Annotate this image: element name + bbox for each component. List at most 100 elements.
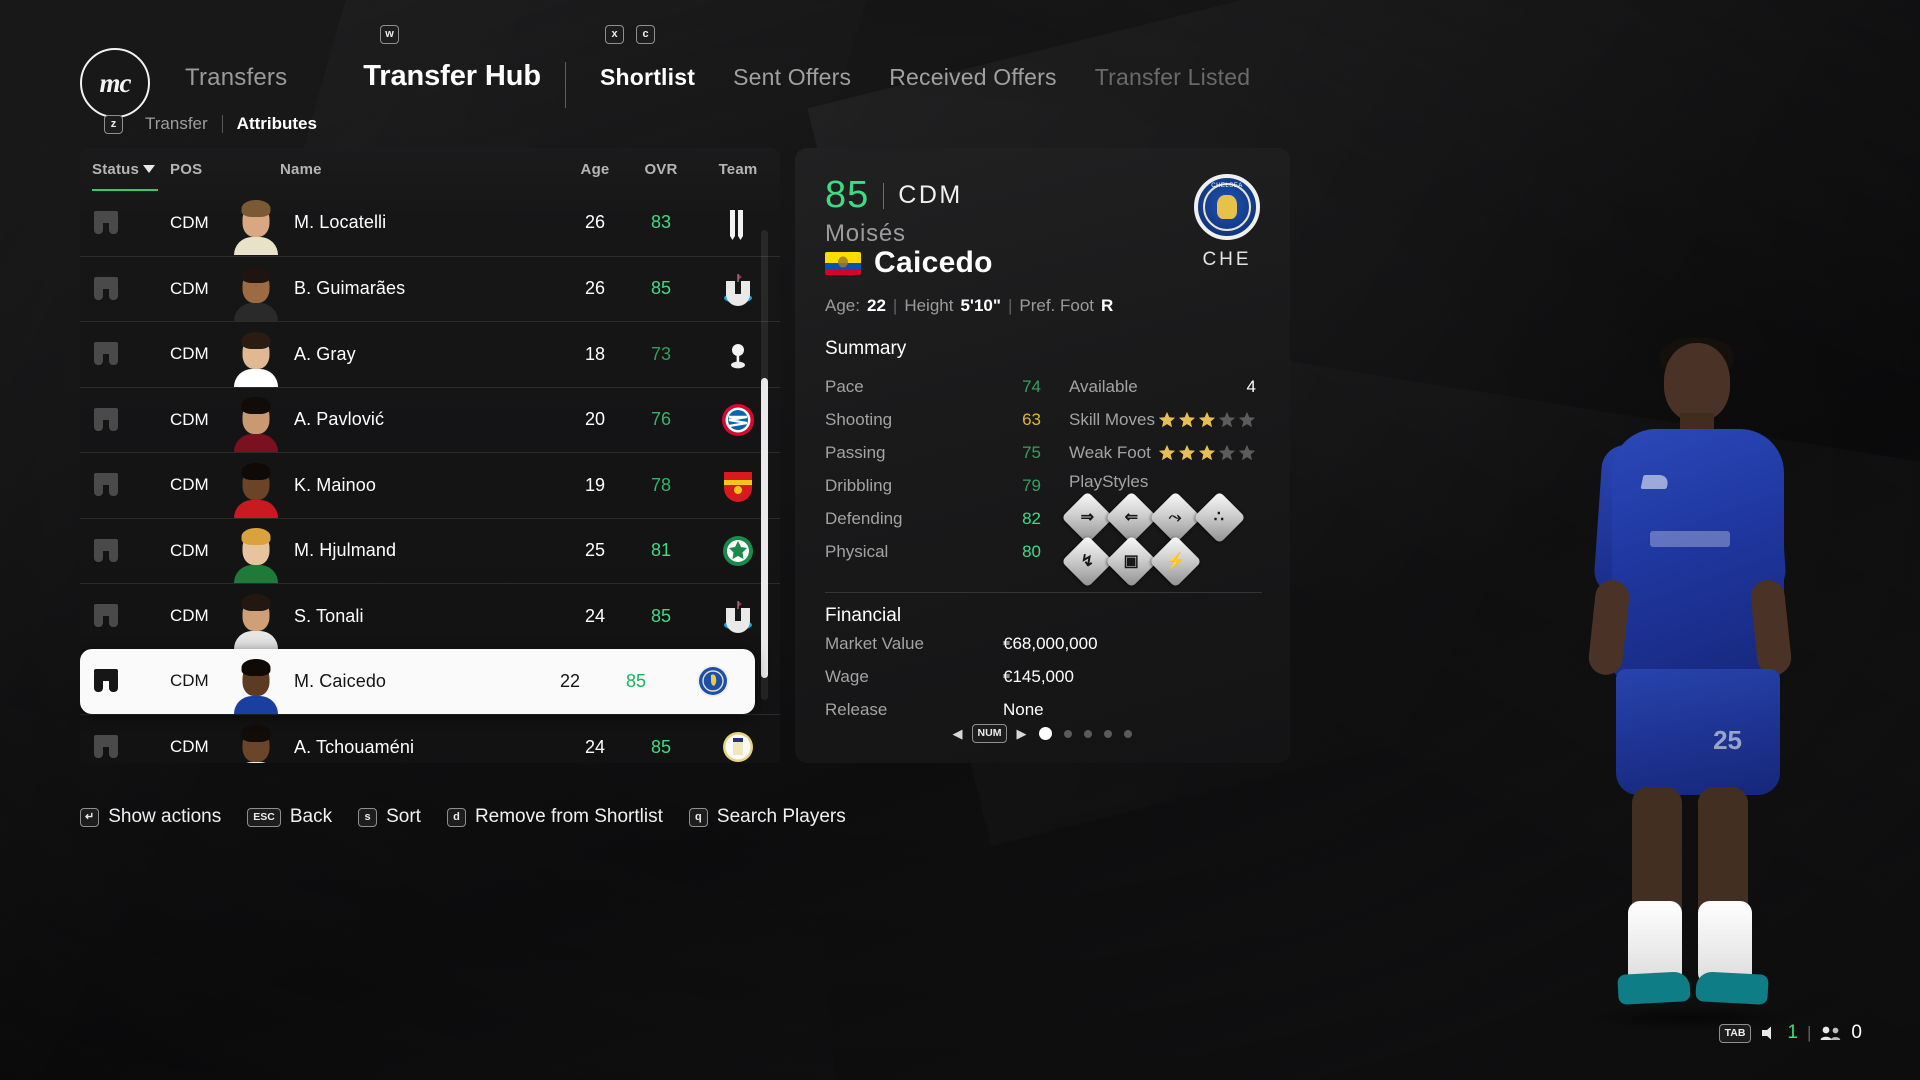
player-position: CDM	[898, 181, 963, 209]
column-header-status[interactable]: Status	[92, 161, 164, 178]
stat-label: Defending	[825, 508, 903, 528]
player-detail-panel: 85 CDM Moisés Caicedo Age: 22 | Height 5…	[795, 148, 1290, 763]
pagination-dot[interactable]	[1124, 729, 1133, 738]
pagination-next-icon[interactable]: ▶	[1016, 727, 1026, 740]
pagination-dots	[1039, 727, 1133, 740]
action-label: Back	[289, 806, 333, 827]
tab-sent-offers[interactable]: Sent Offers	[733, 64, 851, 91]
pagination-prev-icon[interactable]: ◀	[953, 727, 963, 740]
block-icon: ▣	[1105, 535, 1158, 588]
playstyles-label: PlayStyles	[1069, 472, 1149, 491]
key-hint-pagination[interactable]: NUM	[971, 724, 1008, 743]
quick-step-icon: ⚡	[1149, 535, 1202, 588]
binoculars-icon	[92, 669, 120, 693]
action-back[interactable]: ESC Back	[247, 806, 332, 828]
table-row[interactable]: CDM A. Gray 18 73	[80, 321, 780, 387]
table-row[interactable]: CDM A. Tchouaméni 24 85	[80, 714, 780, 763]
column-header-age[interactable]: Age	[564, 161, 626, 178]
summary-stats: Pace 74 Shooting 63 Passing 75 Dribbling 79 Defe…	[825, 370, 1262, 588]
pagination-dot[interactable]	[1064, 729, 1073, 738]
row-player-name: A. Tchouaméni	[294, 736, 415, 757]
stat-label: Shooting	[825, 409, 893, 429]
financial-section-title: Financial	[825, 605, 902, 626]
row-team-crest	[671, 664, 755, 698]
binoculars-icon	[92, 473, 120, 497]
key-hint-sent-offers[interactable]: c	[636, 24, 655, 44]
available-label: Available	[1069, 376, 1138, 396]
table-row-selected[interactable]: CDM M. Caicedo 22 85	[80, 648, 755, 714]
star-icon	[1178, 444, 1196, 462]
action-sort[interactable]: s Sort	[358, 806, 421, 828]
column-header-pos[interactable]: POS	[170, 161, 232, 178]
key-hint-subnav[interactable]: z	[104, 114, 123, 134]
row-ovr: 73	[650, 343, 672, 364]
main-tabs: Shortlist Sent Offers Received Offers Tr…	[600, 64, 1250, 91]
tab-transfer-listed[interactable]: Transfer Listed	[1095, 64, 1251, 91]
bio-foot-label: Pref. Foot	[1019, 296, 1094, 315]
table-row[interactable]: CDM M. Locatelli 26 83	[80, 190, 780, 256]
star-icon	[1218, 411, 1236, 429]
binoculars-icon	[92, 210, 120, 235]
row-ovr: 83	[650, 212, 672, 233]
row-age: 25	[584, 540, 606, 561]
row-position: CDM	[170, 540, 209, 560]
table-row[interactable]: CDM K. Mainoo 19 78	[80, 452, 780, 518]
weak-foot-stars	[1158, 444, 1256, 462]
breadcrumb-parent[interactable]: Transfers	[185, 64, 287, 92]
key-hint: ↵	[80, 807, 100, 827]
star-icon	[1238, 411, 1256, 429]
column-header-name[interactable]: Name	[280, 161, 564, 178]
financial-value: €68,000,000	[1003, 633, 1098, 653]
row-player-name: M. Locatelli	[294, 212, 387, 233]
pagination-dot[interactable]	[1039, 727, 1053, 740]
column-header-team[interactable]: Team	[696, 161, 780, 178]
pagination-dot[interactable]	[1104, 729, 1113, 738]
playstyles-list: ⇒ ⇐ ⤳ ∴ ↯ ▣ ⚡	[1061, 491, 1259, 588]
stat-pace: Pace 74	[825, 370, 1059, 403]
star-icon	[1238, 444, 1256, 462]
table-row[interactable]: CDM A. Pavlović 20 76	[80, 386, 780, 453]
available-value: 4	[1246, 376, 1256, 396]
stat-value: 80	[1022, 541, 1041, 561]
action-remove-from-shortlist[interactable]: d Remove from Shortlist	[446, 806, 663, 828]
column-header-ovr[interactable]: OVR	[626, 161, 696, 178]
subtab-transfer[interactable]: Transfer	[145, 114, 208, 134]
table-row[interactable]: CDM B. Guimarães 26 85	[80, 255, 780, 322]
row-position: CDM	[170, 606, 209, 626]
table-row[interactable]: CDM S. Tonali 24 85	[80, 583, 780, 649]
row-player-face	[232, 649, 280, 714]
binoculars-icon	[92, 342, 120, 366]
action-search-players[interactable]: q Search Players	[688, 806, 846, 828]
table-header-row: Status POS Name Age OVR Team	[80, 148, 780, 191]
club-abbreviation: CHE	[1202, 249, 1252, 270]
action-show-actions[interactable]: ↵ Show actions	[80, 806, 221, 828]
row-player-name: K. Mainoo	[294, 474, 376, 495]
row-age: 26	[584, 278, 606, 299]
table-scrollbar-thumb[interactable]	[761, 378, 768, 678]
stat-available: Available 4	[1069, 370, 1262, 403]
key-hint-tab[interactable]: TAB	[1718, 1023, 1752, 1043]
tab-received-offers[interactable]: Received Offers	[889, 64, 1056, 91]
row-player-face	[232, 584, 280, 649]
bio-divider: |	[892, 296, 898, 315]
summary-stats-left: Pace 74 Shooting 63 Passing 75 Dribbling 79 Defe…	[825, 370, 1059, 580]
row-status	[92, 407, 164, 432]
row-age: 24	[584, 736, 606, 757]
subtab-attributes[interactable]: Attributes	[237, 114, 317, 134]
player-bio-line: Age: 22 | Height 5'10" | Pref. Foot R	[825, 296, 1262, 316]
row-ovr: 85	[625, 670, 647, 691]
bio-foot-value: R	[1101, 296, 1114, 315]
stat-weak-foot: Weak Foot	[1069, 436, 1262, 469]
row-status	[92, 604, 164, 628]
stat-shooting: Shooting 63	[825, 403, 1059, 436]
tab-shortlist[interactable]: Shortlist	[600, 64, 695, 91]
stat-label: Physical	[825, 541, 889, 561]
pagination-dot[interactable]	[1084, 729, 1093, 738]
key-hint-transfers[interactable]: w	[380, 24, 399, 44]
table-row[interactable]: CDM M. Hjulmand 25 81	[80, 517, 780, 584]
row-age: 18	[584, 343, 606, 364]
row-player-face	[232, 715, 280, 763]
action-label: Remove from Shortlist	[474, 806, 663, 827]
row-player-face	[232, 322, 280, 387]
key-hint-shortlist[interactable]: x	[605, 24, 624, 44]
